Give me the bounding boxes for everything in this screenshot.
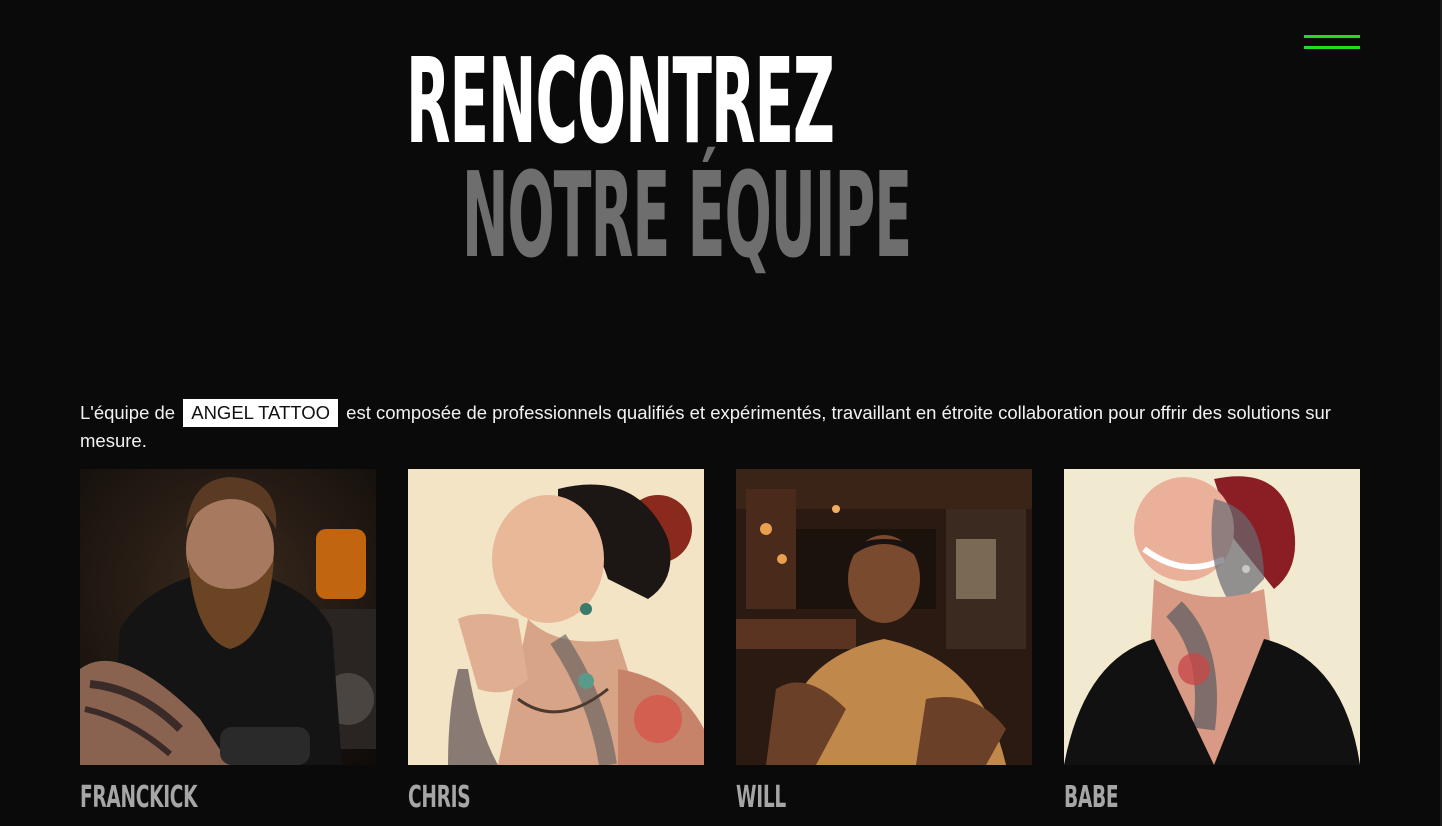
page-title-line1: RENCONTREZ: [406, 32, 835, 170]
team-member-photo[interactable]: [1064, 469, 1360, 765]
team-member-name: CHRIS: [408, 780, 471, 815]
team-grid: FRANCKICK CHRIS WILL BABE: [80, 469, 1360, 826]
hamburger-menu-button[interactable]: [1302, 34, 1362, 54]
team-member-photo[interactable]: [408, 469, 704, 765]
intro-paragraph: L'équipe de ANGEL TATTOO est composée de…: [80, 398, 1340, 455]
team-member-card[interactable]: BABE: [1064, 469, 1360, 813]
team-member-card[interactable]: WILL: [736, 469, 1032, 813]
team-member-name: FRANCKICK: [80, 780, 198, 815]
team-member-photo[interactable]: [80, 469, 376, 765]
team-member-photo[interactable]: [736, 469, 1032, 765]
team-member-name: WILL: [736, 780, 786, 815]
page-title-line2: NOTRE ÉQUIPE: [462, 146, 912, 284]
team-member-card[interactable]: CHRIS: [408, 469, 704, 813]
team-page: RENCONTREZ NOTRE ÉQUIPE L'équipe de ANGE…: [0, 0, 1442, 826]
team-member-name: BABE: [1064, 780, 1119, 815]
hamburger-menu-icon: [1304, 35, 1360, 38]
intro-text-before: L'équipe de: [80, 401, 176, 423]
hamburger-menu-icon-line: [1304, 46, 1360, 49]
brand-name-badge: ANGEL TATTOO: [183, 398, 339, 427]
team-member-card[interactable]: FRANCKICK: [80, 469, 376, 813]
